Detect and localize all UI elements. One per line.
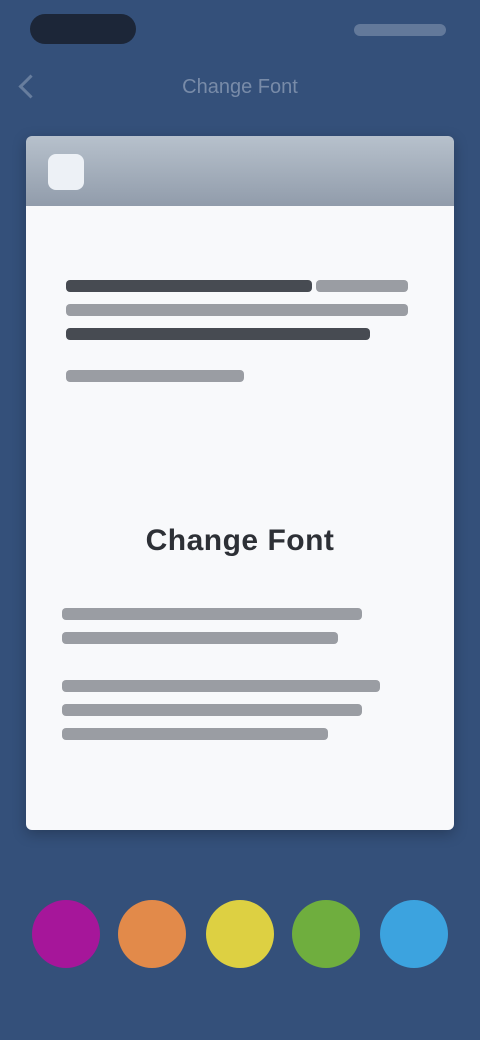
status-bar: [0, 0, 480, 58]
text-line: [62, 704, 362, 716]
card-body: Change Font: [26, 206, 454, 830]
app-icon[interactable]: [48, 154, 84, 190]
text-line: [66, 328, 370, 340]
preview-card: Change Font: [26, 136, 454, 830]
card-header: [26, 136, 454, 206]
status-time-pill: [30, 14, 136, 44]
text-line: [62, 728, 328, 740]
color-swatch-magenta[interactable]: [32, 900, 100, 968]
page-title: Change Font: [182, 76, 298, 98]
color-swatch-blue[interactable]: [380, 900, 448, 968]
body-heading: Change Font: [145, 524, 335, 557]
status-icons: [354, 24, 446, 36]
text-line: [62, 632, 338, 644]
color-swatch-green[interactable]: [292, 900, 360, 968]
color-swatch-orange[interactable]: [118, 900, 186, 968]
text-line: [66, 304, 408, 316]
text-line: [66, 280, 312, 292]
nav-bar: Change Font: [0, 58, 480, 118]
text-line: [62, 608, 362, 620]
text-line: [316, 280, 408, 292]
text-line: [62, 680, 380, 692]
text-line: [66, 370, 244, 382]
color-swatch-yellow[interactable]: [206, 900, 274, 968]
color-picker: [0, 896, 480, 976]
